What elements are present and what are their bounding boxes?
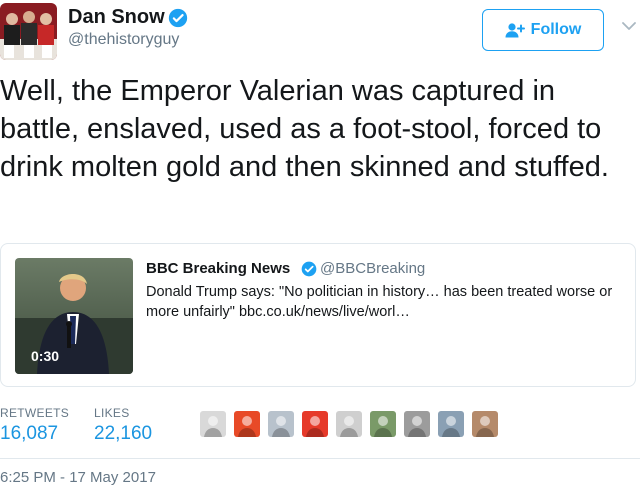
liker-avatar-4[interactable]	[302, 411, 328, 437]
quoted-author-name[interactable]: BBC Breaking News	[146, 260, 290, 277]
quoted-author-handle[interactable]: @BBCBreaking	[320, 260, 425, 277]
liker-avatar-8[interactable]	[438, 411, 464, 437]
liker-avatar-5[interactable]	[336, 411, 362, 437]
group-photo-avatar-icon	[0, 3, 57, 60]
liker-avatar-9[interactable]	[472, 411, 498, 437]
follow-button[interactable]: Follow	[482, 9, 604, 51]
follow-button-label: Follow	[530, 21, 582, 38]
liker-avatar-7[interactable]	[404, 411, 430, 437]
tweet-header: Dan Snow @thehistoryguy Follow	[0, 0, 640, 62]
tweet-text: Well, the Emperor Valerian was captured …	[0, 75, 609, 183]
author-handle[interactable]: @thehistoryguy	[68, 31, 179, 49]
retweets-count[interactable]: 16,087	[0, 423, 58, 445]
liker-avatar-3[interactable]	[268, 411, 294, 437]
author-avatar[interactable]	[0, 3, 57, 60]
retweets-label[interactable]: RETWEETS	[0, 406, 69, 420]
quoted-tweet-card[interactable]: 0:30 BBC Breaking News @BBCBreaking Dona…	[0, 243, 636, 387]
liker-avatar-1[interactable]	[200, 411, 226, 437]
video-duration: 0:30	[31, 348, 60, 364]
verified-badge-icon	[301, 261, 317, 277]
verified-badge-icon	[168, 8, 188, 28]
video-thumbnail[interactable]: 0:30	[15, 258, 133, 374]
add-user-icon	[505, 23, 525, 38]
likes-label[interactable]: LIKES	[94, 406, 130, 420]
chevron-down-icon[interactable]	[622, 22, 636, 31]
liker-avatars	[200, 411, 498, 437]
quoted-tweet-text: Donald Trump says: "No politician in his…	[146, 284, 613, 320]
author-name[interactable]: Dan Snow	[68, 6, 165, 29]
liker-avatar-2[interactable]	[234, 411, 260, 437]
likes-count[interactable]: 22,160	[94, 423, 152, 445]
tweet-timestamp[interactable]: 6:25 PM - 17 May 2017	[0, 469, 156, 486]
divider	[0, 458, 640, 459]
liker-avatar-6[interactable]	[370, 411, 396, 437]
